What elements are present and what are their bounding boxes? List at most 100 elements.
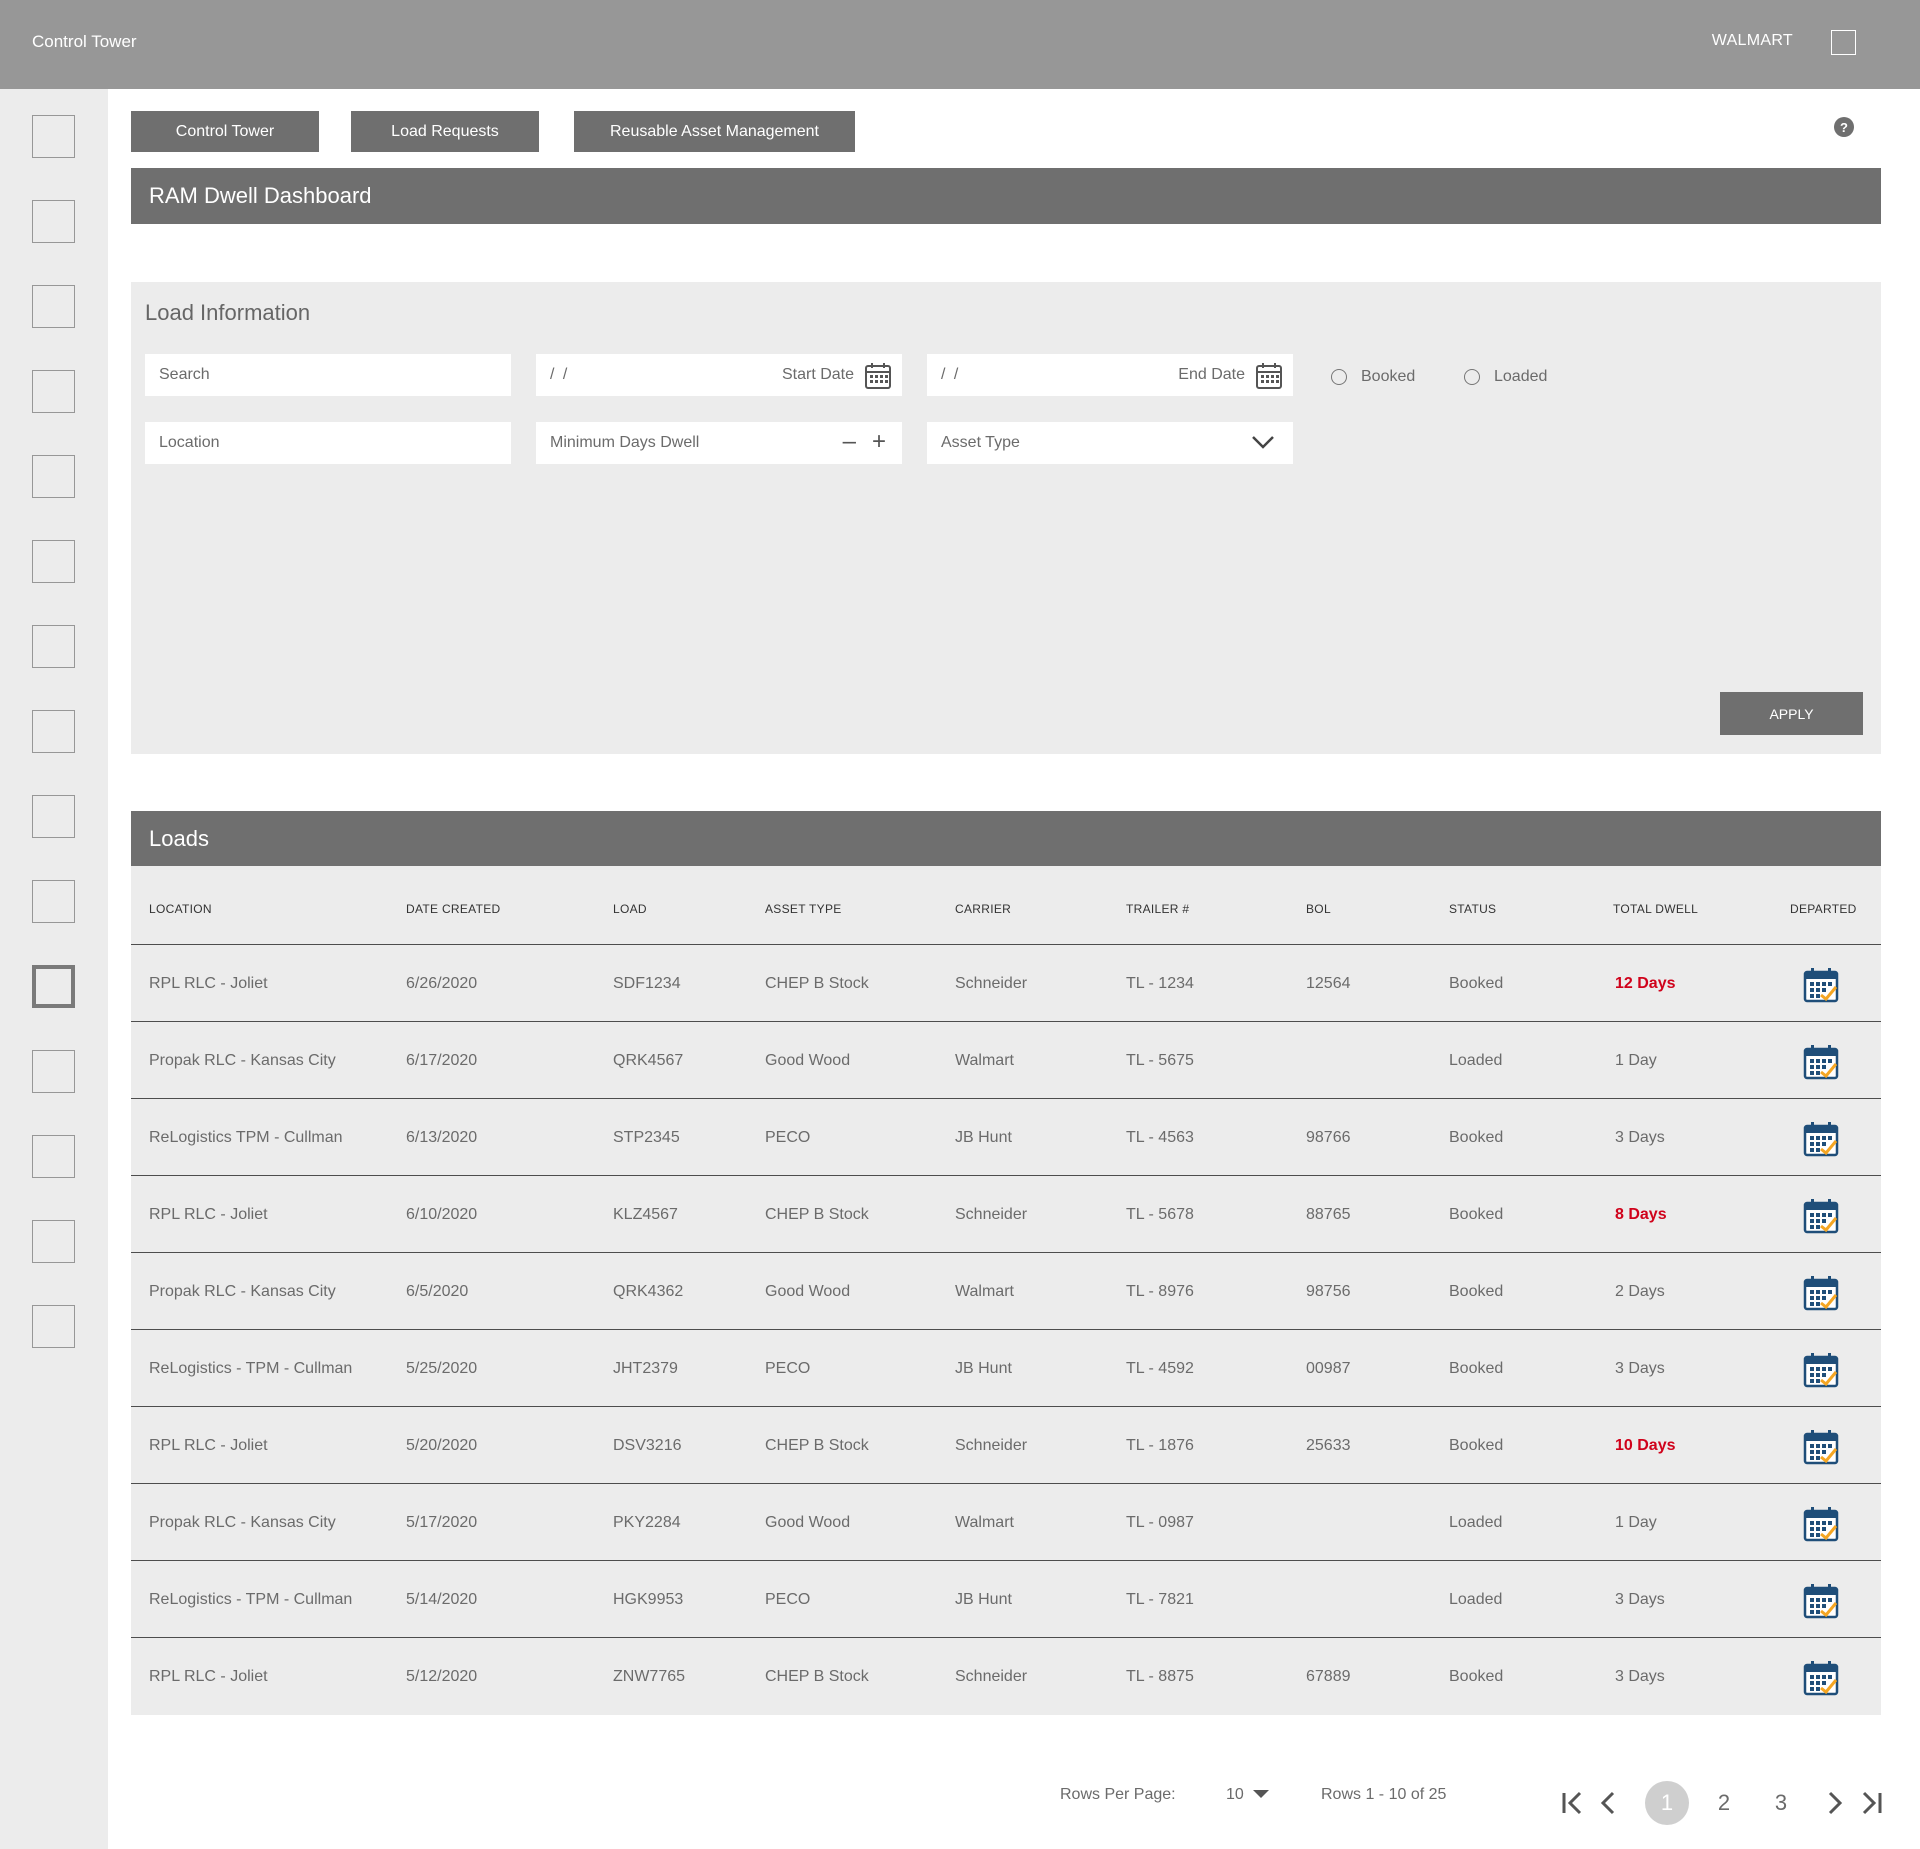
tab-load-requests[interactable]: Load Requests (351, 111, 539, 152)
table-row[interactable]: Propak RLC - Kansas City 6/5/2020 QRK4362 G… (131, 1253, 1881, 1330)
nav-item-9[interactable] (32, 795, 75, 838)
nav-item-15[interactable] (32, 1305, 75, 1348)
search-input[interactable]: Search (145, 354, 511, 396)
next-page-icon[interactable] (1822, 1790, 1848, 1816)
table-row[interactable]: RPL RLC - Joliet 6/10/2020 KLZ4567 CHEP B S… (131, 1176, 1881, 1253)
departed-calendar-icon[interactable] (1803, 1506, 1839, 1547)
table-row[interactable]: RPL RLC - Joliet 5/12/2020 ZNW7765 CHEP B S… (131, 1638, 1881, 1715)
table-row[interactable]: RPL RLC - Joliet 6/26/2020 SDF1234 CHEP B S… (131, 945, 1881, 1022)
col-status[interactable]: STATUS (1449, 902, 1496, 916)
date-slashes: / / (941, 366, 961, 383)
col-departed[interactable]: DEPARTED (1790, 902, 1857, 916)
cell-carrier: Walmart (955, 1283, 1014, 1300)
cell-status: Loaded (1449, 1514, 1503, 1531)
col-bol[interactable]: BOL (1306, 902, 1331, 916)
table-row[interactable]: RPL RLC - Joliet 5/20/2020 DSV3216 CHEP B S… (131, 1407, 1881, 1484)
loaded-radio[interactable]: Loaded (1464, 368, 1547, 386)
cell-load: STP2345 (613, 1129, 680, 1146)
departed-calendar-icon[interactable] (1803, 1275, 1839, 1316)
nav-item-2[interactable] (32, 200, 75, 243)
nav-item-10[interactable] (32, 880, 75, 923)
cell-trailer: TL - 1876 (1126, 1437, 1194, 1454)
nav-item-6[interactable] (32, 540, 75, 583)
departed-calendar-icon[interactable] (1803, 1044, 1839, 1085)
table-body: RPL RLC - Joliet 6/26/2020 SDF1234 CHEP B S… (131, 945, 1881, 1715)
table-row[interactable]: ReLogistics - TPM - Cullman 5/14/2020 HGK9… (131, 1561, 1881, 1638)
departed-calendar-icon[interactable] (1803, 1198, 1839, 1239)
cell-asset-type: CHEP B Stock (765, 1668, 869, 1685)
cell-asset-type: CHEP B Stock (765, 975, 869, 992)
calendar-icon[interactable] (864, 362, 892, 390)
cell-carrier: Schneider (955, 1437, 1028, 1454)
first-page-icon[interactable] (1560, 1790, 1586, 1816)
nav-item-8[interactable] (32, 710, 75, 753)
location-placeholder: Location (159, 434, 220, 451)
departed-calendar-icon[interactable] (1803, 967, 1839, 1008)
cell-load: DSV3216 (613, 1437, 682, 1454)
nav-item-3[interactable] (32, 285, 75, 328)
cell-total-dwell: 3 Days (1615, 1129, 1665, 1146)
minimum-days-dwell-stepper[interactable]: Minimum Days Dwell – + (536, 422, 902, 464)
start-date-field[interactable]: / / Start Date (536, 354, 902, 396)
location-input[interactable]: Location (145, 422, 511, 464)
table-row[interactable]: ReLogistics TPM - Cullman 6/13/2020 STP234… (131, 1099, 1881, 1176)
cell-status: Booked (1449, 1283, 1504, 1300)
decrement-button[interactable]: – (843, 428, 856, 456)
page-3[interactable]: 3 (1759, 1781, 1803, 1825)
cell-trailer: TL - 1234 (1126, 975, 1194, 992)
cell-load: HGK9953 (613, 1591, 684, 1608)
cell-location: Propak RLC - Kansas City (149, 1283, 336, 1300)
col-load[interactable]: LOAD (613, 902, 647, 916)
cell-asset-type: Good Wood (765, 1283, 851, 1300)
nav-item-13[interactable] (32, 1135, 75, 1178)
nav-item-4[interactable] (32, 370, 75, 413)
user-menu-icon[interactable] (1831, 30, 1856, 55)
cell-carrier: Schneider (955, 1206, 1028, 1223)
cell-total-dwell: 3 Days (1615, 1668, 1665, 1685)
nav-item-7[interactable] (32, 625, 75, 668)
increment-button[interactable]: + (872, 428, 886, 456)
nav-item-12[interactable] (32, 1050, 75, 1093)
departed-calendar-icon[interactable] (1803, 1121, 1839, 1162)
col-asset-type[interactable]: ASSET TYPE (765, 902, 842, 916)
cell-total-dwell: 2 Days (1615, 1283, 1665, 1300)
table-row[interactable]: Propak RLC - Kansas City 6/17/2020 QRK4567… (131, 1022, 1881, 1099)
help-icon[interactable]: ? (1834, 117, 1854, 137)
cell-bol: 98766 (1306, 1129, 1351, 1146)
cell-load: QRK4362 (613, 1283, 684, 1300)
table-row[interactable]: Propak RLC - Kansas City 5/17/2020 PKY2284… (131, 1484, 1881, 1561)
end-date-field[interactable]: / / End Date (927, 354, 1293, 396)
nav-item-14[interactable] (32, 1220, 75, 1263)
last-page-icon[interactable] (1858, 1790, 1884, 1816)
booked-radio[interactable]: Booked (1331, 368, 1415, 386)
start-date-label: Start Date (781, 366, 854, 383)
departed-calendar-icon[interactable] (1803, 1660, 1839, 1701)
asset-type-select[interactable]: Asset Type (927, 422, 1293, 464)
col-trailer[interactable]: TRAILER # (1126, 902, 1189, 916)
nav-item-11-active[interactable] (32, 965, 75, 1008)
page-1[interactable]: 1 (1645, 1781, 1689, 1825)
col-date-created[interactable]: DATE CREATED (406, 902, 501, 916)
calendar-icon[interactable] (1255, 362, 1283, 390)
col-carrier[interactable]: CARRIER (955, 902, 1011, 916)
cell-bol: 25633 (1306, 1437, 1351, 1454)
rows-per-page-select[interactable]: 10 (1226, 1786, 1270, 1804)
table-row[interactable]: ReLogistics - TPM - Cullman 5/25/2020 JHT2… (131, 1330, 1881, 1407)
cell-date-created: 6/10/2020 (406, 1206, 478, 1223)
booked-label: Booked (1361, 368, 1416, 385)
apply-button[interactable]: APPLY (1720, 692, 1863, 735)
nav-item-1[interactable] (32, 115, 75, 158)
col-location[interactable]: LOCATION (149, 902, 212, 916)
tab-reusable-asset-management[interactable]: Reusable Asset Management (574, 111, 855, 152)
page-2[interactable]: 2 (1702, 1781, 1746, 1825)
rows-summary: Rows 1 - 10 of 25 (1321, 1786, 1447, 1803)
departed-calendar-icon[interactable] (1803, 1429, 1839, 1470)
cell-location: ReLogistics - TPM - Cullman (149, 1360, 353, 1377)
cell-asset-type: Good Wood (765, 1514, 851, 1531)
prev-page-icon[interactable] (1595, 1790, 1621, 1816)
nav-item-5[interactable] (32, 455, 75, 498)
departed-calendar-icon[interactable] (1803, 1583, 1839, 1624)
col-total-dwell[interactable]: TOTAL DWELL (1613, 902, 1698, 916)
tab-control-tower[interactable]: Control Tower (131, 111, 319, 152)
departed-calendar-icon[interactable] (1803, 1352, 1839, 1393)
